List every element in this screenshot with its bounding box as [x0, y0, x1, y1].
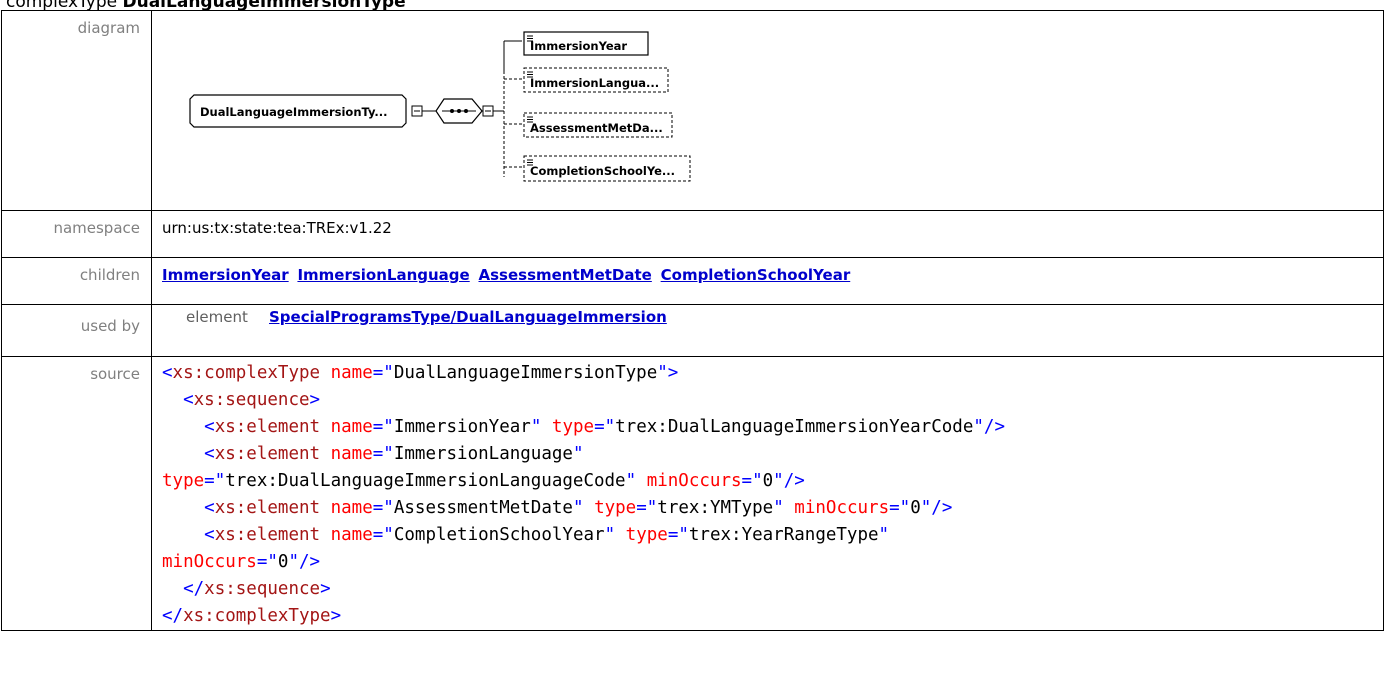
- child-link-completion-school-year[interactable]: CompletionSchoolYear: [661, 266, 851, 284]
- diagram-cell: DualLanguageImmersionTy... ImmersionYear…: [151, 10, 1384, 211]
- source-code: <xs:complexType name="DualLanguageImmers…: [162, 363, 1005, 626]
- diagram-child-completion-school-year[interactable]: CompletionSchoolYe...: [523, 155, 691, 182]
- src-el1-name: ImmersionYear: [393, 417, 531, 437]
- src-el4-name: CompletionSchoolYear: [393, 525, 605, 545]
- diagram-child-label-3: AssessmentMetDa...: [530, 121, 663, 135]
- diagram-child-assessment-met-date[interactable]: AssessmentMetDa...: [523, 112, 673, 138]
- namespace-value: urn:us:tx:state:tea:TREx:v1.22: [151, 210, 1384, 258]
- sequence-collapse-icon[interactable]: [482, 105, 494, 117]
- children-row: children ImmersionYear ImmersionLanguage…: [1, 257, 1384, 305]
- sequence-compositor-icon[interactable]: [435, 98, 483, 124]
- src-el3-type: trex:YMType: [657, 498, 774, 518]
- child-link-immersion-year[interactable]: ImmersionYear: [162, 266, 289, 284]
- src-el2-name: ImmersionLanguage: [393, 444, 573, 464]
- diagram-root-label: DualLanguageImmersionTy...: [200, 105, 388, 119]
- used-by-link[interactable]: SpecialProgramsType/DualLanguageImmersio…: [269, 308, 667, 326]
- namespace-label: namespace: [1, 210, 152, 258]
- namespace-row: namespace urn:us:tx:state:tea:TREx:v1.22: [1, 210, 1384, 258]
- schema-diagram: DualLanguageImmersionTy... ImmersionYear…: [189, 31, 691, 182]
- src-el1-type: trex:DualLanguageImmersionYearCode: [615, 417, 974, 437]
- used-by-cell: element SpecialProgramsType/DualLanguageI…: [151, 304, 1384, 357]
- diagram-row: diagram DualLanguageImmersionTy... Immer…: [1, 10, 1384, 211]
- diagram-child-label-1: ImmersionYear: [530, 39, 627, 53]
- source-cell: <xs:complexType name="DualLanguageImmers…: [151, 356, 1384, 631]
- diagram-label: diagram: [1, 10, 152, 211]
- children-links: ImmersionYear ImmersionLanguage Assessme…: [151, 257, 1384, 305]
- source-label: source: [1, 356, 152, 631]
- source-row: source <xs:complexType name="DualLanguag…: [1, 356, 1384, 631]
- src-el2-type: trex:DualLanguageImmersionLanguageCode: [225, 471, 626, 491]
- root-collapse-icon[interactable]: [411, 105, 423, 117]
- diagram-child-label-2: ImmersionLangua...: [530, 76, 659, 90]
- src-el4-type: trex:YearRangeType: [688, 525, 879, 545]
- child-link-assessment-met-date[interactable]: AssessmentMetDate: [479, 266, 652, 284]
- diagram-child-immersion-language[interactable]: ImmersionLangua...: [523, 67, 669, 93]
- diagram-root-element[interactable]: DualLanguageImmersionTy...: [189, 94, 407, 128]
- children-label: children: [1, 257, 152, 305]
- src-el4-minoccurs: 0: [277, 552, 289, 572]
- used-by-label: used by: [1, 304, 152, 357]
- used-by-row: used by element SpecialProgramsType/DualL…: [1, 304, 1384, 357]
- src-el2-minoccurs: 0: [762, 471, 774, 491]
- schema-doc-table: diagram DualLanguageImmersionTy... Immer…: [1, 10, 1384, 631]
- used-by-kind: element: [186, 308, 248, 326]
- src-el3-minoccurs: 0: [910, 498, 921, 518]
- child-link-immersion-language[interactable]: ImmersionLanguage: [297, 266, 469, 284]
- diagram-child-immersion-year[interactable]: ImmersionYear: [523, 31, 649, 56]
- src-type-name: DualLanguageImmersionType: [393, 363, 658, 383]
- src-el3-name: AssessmentMetDate: [393, 498, 573, 518]
- diagram-child-label-4: CompletionSchoolYe...: [530, 164, 675, 178]
